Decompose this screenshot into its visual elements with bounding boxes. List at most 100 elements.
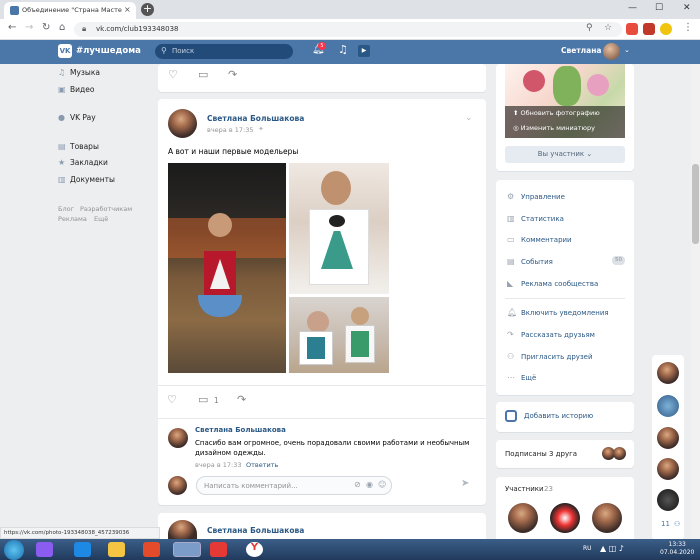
member-avatar[interactable] <box>592 503 622 533</box>
send-icon[interactable]: ➤ <box>461 478 469 489</box>
header-user-name[interactable]: Светлана <box>561 46 601 55</box>
key-icon[interactable]: ⚲ <box>586 23 593 33</box>
member-status-button[interactable]: Вы участник ⌄ <box>505 146 625 163</box>
change-thumbnail-link[interactable]: ◎ Изменить миниатюру <box>513 124 595 132</box>
share-arrow-icon[interactable]: ↷ <box>237 393 246 406</box>
comments-count[interactable]: 1 <box>214 396 219 405</box>
left-menu-video[interactable]: ▣ Видео <box>58 85 94 94</box>
subscribed-friends-card[interactable]: Подписаны 3 друга <box>496 440 634 468</box>
left-menu-music[interactable]: ♫ Музыка <box>58 68 100 77</box>
tab-close-icon[interactable]: × <box>124 5 131 14</box>
footer-link-more[interactable]: Ещё <box>94 215 108 223</box>
members-label[interactable]: Участники <box>505 485 544 493</box>
emoji-icon[interactable]: ☺ <box>378 480 386 489</box>
like-heart-icon[interactable]: ♡ <box>168 68 178 81</box>
camera-icon[interactable]: ◉ <box>366 480 373 489</box>
post-photo[interactable] <box>168 163 286 373</box>
like-heart-icon[interactable]: ♡ <box>167 393 177 406</box>
menu-comments[interactable]: ▭ Комментарии <box>507 235 572 244</box>
post-author-name[interactable]: Светлана Большакова <box>207 526 304 535</box>
menu-stats[interactable]: ▥ Статистика <box>507 214 564 223</box>
vkpay-icon: ● <box>58 113 65 122</box>
member-avatar[interactable] <box>550 503 580 533</box>
profile-icon[interactable] <box>660 23 672 35</box>
music-note-icon[interactable]: ♫ <box>338 43 348 56</box>
post-author-avatar[interactable] <box>168 520 197 540</box>
home-icon[interactable]: ⌂ <box>59 22 65 33</box>
taskbar-media-icon[interactable] <box>143 542 160 557</box>
post-author-avatar[interactable] <box>168 109 197 138</box>
menu-ads[interactable]: ◣ Реклама сообщества <box>507 279 598 288</box>
extension-icon[interactable] <box>626 23 638 35</box>
search-input[interactable]: ⚲ Поиск <box>155 44 293 59</box>
left-menu-goods[interactable]: ▤ Товары <box>58 142 99 151</box>
footer-link-blog[interactable]: Блог <box>58 205 74 213</box>
comment-icon[interactable]: ▭ <box>198 393 208 406</box>
post-options-chevron-icon[interactable]: ⌄ <box>465 113 473 123</box>
taskbar-chrome-icon[interactable] <box>173 542 201 557</box>
reload-icon[interactable]: ↻ <box>42 22 50 33</box>
group-cover-photo[interactable]: ⬆ Обновить фотографию ◎ Изменить миниатю… <box>505 64 625 138</box>
menu-events[interactable]: ▤ События <box>507 257 553 266</box>
chat-count[interactable]: 11 <box>661 520 670 528</box>
left-menu-bookmarks[interactable]: ★ Закладки <box>58 158 108 167</box>
menu-more[interactable]: ⋯ Ещё <box>507 373 536 382</box>
taskbar-ie-icon[interactable] <box>74 542 91 557</box>
taskbar-app-icon[interactable] <box>36 542 53 557</box>
footer-link-developers[interactable]: Разработчикам <box>80 205 132 213</box>
share-arrow-icon[interactable]: ↷ <box>228 68 237 81</box>
post-author-name[interactable]: Светлана Большакова <box>207 114 304 123</box>
taskbar-folder-icon[interactable] <box>108 542 125 557</box>
menu-manage[interactable]: ⚙ Управление <box>507 192 565 201</box>
comment-time[interactable]: вчера в 17:33 <box>195 461 241 469</box>
left-menu-vkpay[interactable]: ● VK Pay <box>58 113 96 122</box>
header-avatar[interactable] <box>603 43 620 60</box>
chat-contact-avatar[interactable] <box>657 427 679 449</box>
member-avatar[interactable] <box>508 503 538 533</box>
comment-icon[interactable]: ▭ <box>198 68 208 81</box>
left-menu-documents[interactable]: ▥ Документы <box>58 175 115 184</box>
extension-icon[interactable] <box>643 23 655 35</box>
forward-arrow-icon[interactable]: → <box>25 22 33 33</box>
header-hashtag[interactable]: #лучшедома <box>76 46 141 56</box>
browser-tab[interactable]: Объединение "Страна Мастер × <box>4 2 136 19</box>
chat-contact-avatar[interactable] <box>657 395 679 417</box>
back-arrow-icon[interactable]: ← <box>8 22 16 33</box>
input-language[interactable]: RU <box>583 545 592 552</box>
browser-menu-icon[interactable]: ⋮ <box>683 22 693 33</box>
chat-contact-avatar[interactable] <box>657 458 679 480</box>
comment-input[interactable]: Написать комментарий... ⊘ ◉ ☺ <box>196 476 392 495</box>
taskbar-y-icon[interactable]: Y <box>246 542 263 557</box>
attach-icon[interactable]: ⊘ <box>354 480 361 489</box>
update-photo-link[interactable]: ⬆ Обновить фотографию <box>513 109 600 117</box>
comment-author-avatar[interactable] <box>168 428 188 448</box>
chat-contact-avatar[interactable] <box>657 362 679 384</box>
chat-contact-avatar[interactable] <box>657 489 679 511</box>
reply-link[interactable]: Ответить <box>246 461 278 469</box>
scrollbar-track[interactable] <box>691 64 700 539</box>
post-time[interactable]: вчера в 17:35 <box>207 126 253 134</box>
play-icon[interactable]: ▶ <box>358 45 370 57</box>
footer-link-ads[interactable]: Реклама <box>58 215 87 223</box>
post-photo[interactable] <box>289 297 389 373</box>
menu-notifications[interactable]: 🔔︎ Включить уведомления <box>507 308 609 317</box>
maximize-icon[interactable]: ☐ <box>655 3 663 13</box>
taskbar-yandex-icon[interactable] <box>210 542 227 557</box>
tray-icons[interactable]: ▲ ◫ ♪ <box>600 544 624 553</box>
post-photo[interactable] <box>289 163 389 294</box>
scrollbar-thumb[interactable] <box>692 164 699 244</box>
menu-invite-friends[interactable]: ⚇ Пригласить друзей <box>507 352 593 361</box>
vk-logo[interactable]: VK <box>58 44 72 58</box>
taskbar-clock[interactable]: 13:33 07.04.2020 <box>660 541 694 557</box>
chat-people-icon[interactable]: ⚇ <box>674 520 680 528</box>
new-tab-button[interactable]: + <box>141 3 154 16</box>
menu-tell-friends[interactable]: ↷ Рассказать друзьям <box>507 330 595 339</box>
minimize-icon[interactable]: — <box>628 3 637 13</box>
start-button[interactable] <box>4 540 24 560</box>
chevron-down-icon[interactable]: ⌄ <box>624 46 630 54</box>
address-bar[interactable]: 🔒︎ vk.com/club193348038 ⚲ ☆ <box>74 22 622 37</box>
close-window-icon[interactable]: ✕ <box>683 3 691 13</box>
comment-author-name[interactable]: Светлана Большакова <box>195 426 286 434</box>
bookmark-star-icon[interactable]: ☆ <box>604 23 612 33</box>
add-story-card[interactable]: Добавить историю <box>496 402 634 432</box>
